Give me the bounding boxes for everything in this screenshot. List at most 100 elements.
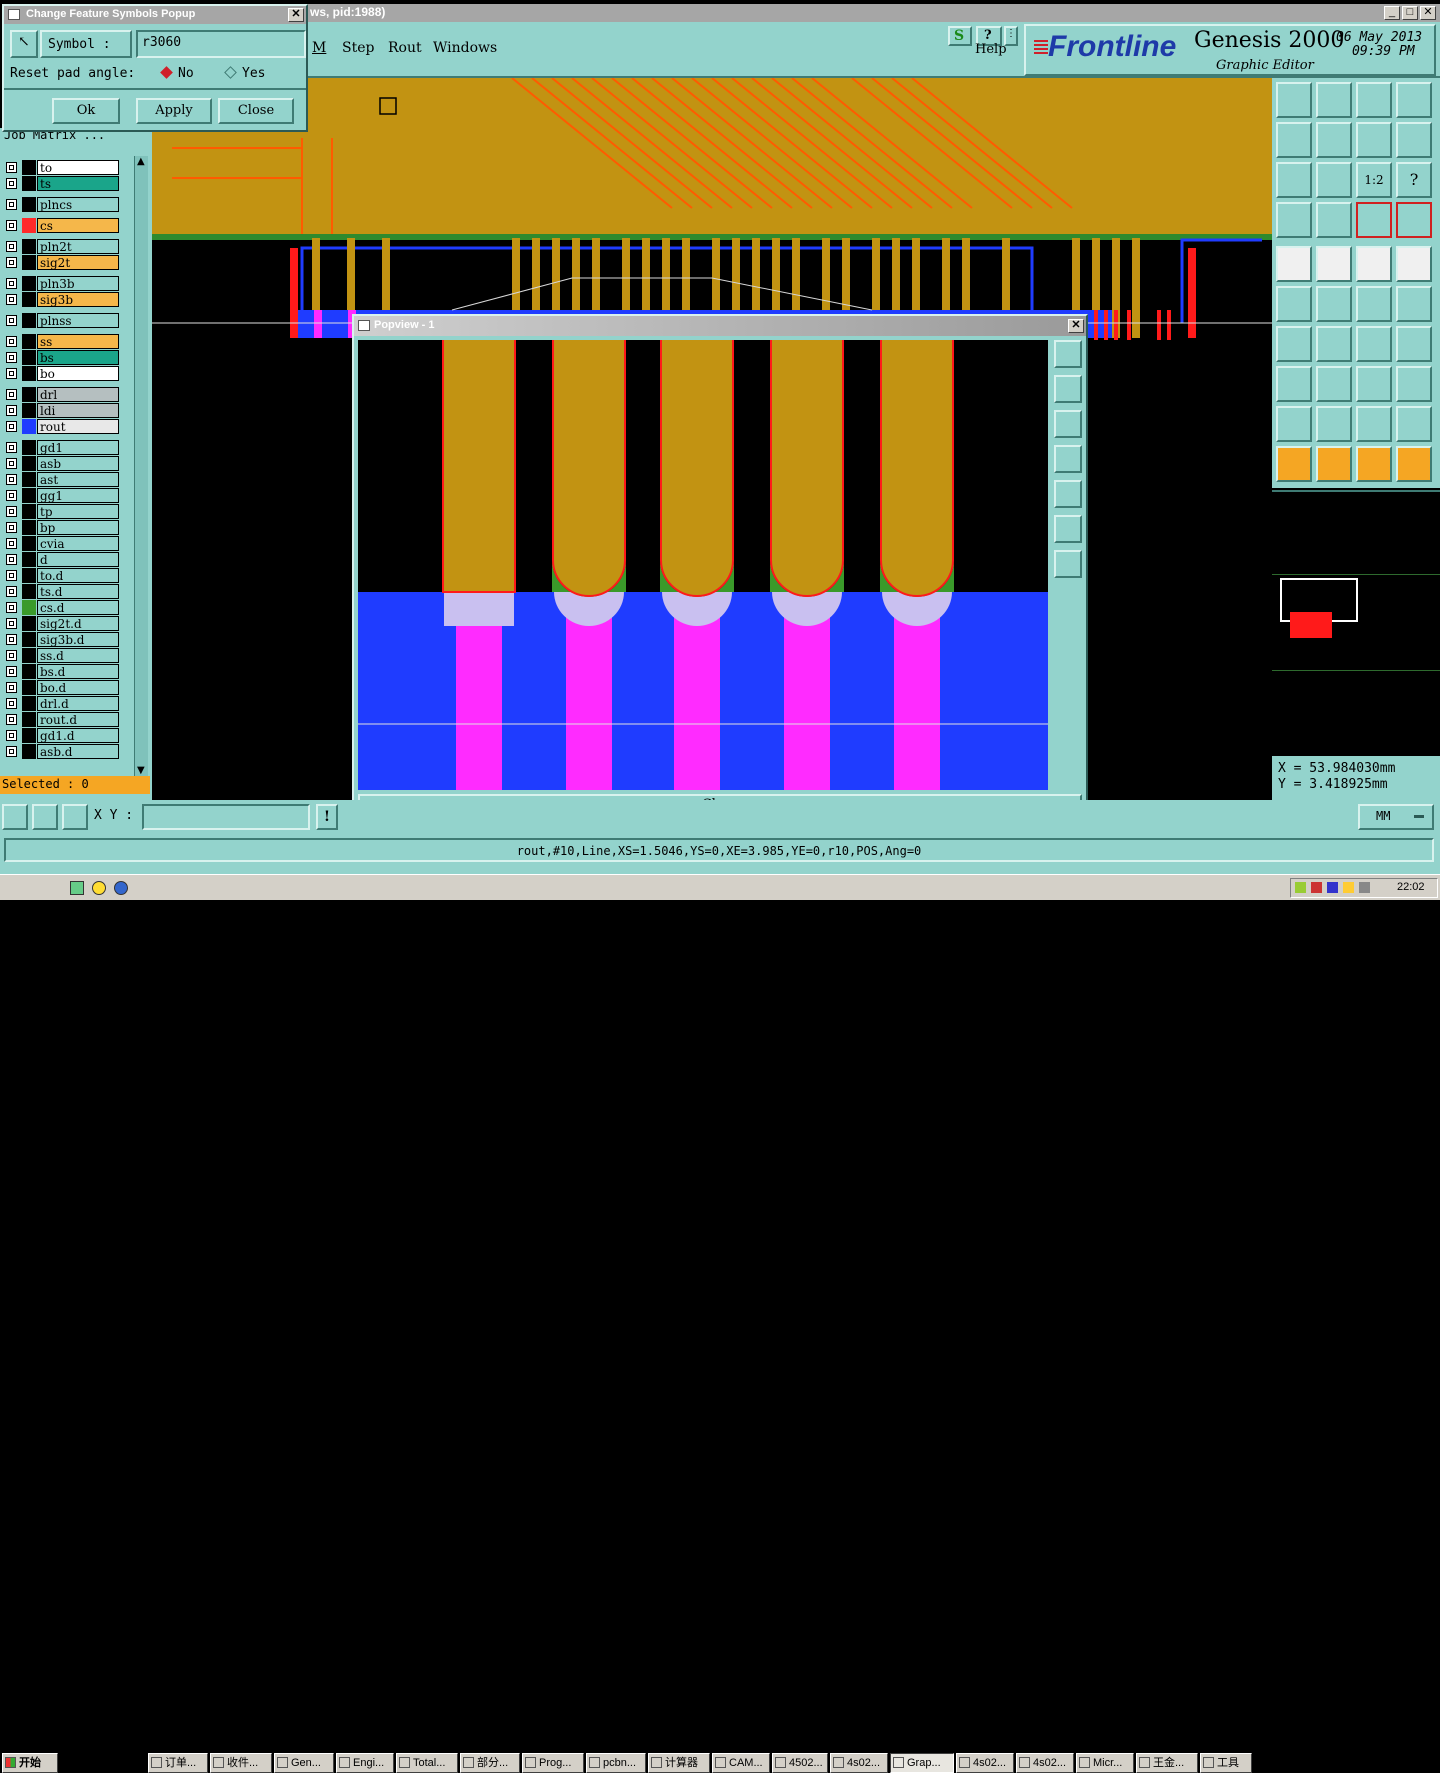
layer-checkbox[interactable] bbox=[6, 746, 17, 757]
layer-row-asb[interactable]: asb bbox=[4, 456, 120, 471]
view-tool-2-icon[interactable] bbox=[1316, 82, 1352, 118]
snap-tool-a-icon[interactable] bbox=[2, 804, 28, 830]
layer-name[interactable]: ss bbox=[37, 334, 119, 349]
layer-row-bs[interactable]: bs bbox=[4, 350, 120, 365]
node-tool-b-icon[interactable] bbox=[1396, 286, 1432, 322]
layer-checkbox[interactable] bbox=[6, 199, 17, 210]
layer-row-plnss[interactable]: plnss bbox=[4, 313, 120, 328]
layer-checkbox[interactable] bbox=[6, 389, 17, 400]
connect-tool-icon[interactable] bbox=[1276, 286, 1312, 322]
layer-checkbox[interactable] bbox=[6, 257, 17, 268]
node-tool-c-icon[interactable] bbox=[1276, 366, 1312, 402]
layer-checkbox[interactable] bbox=[6, 714, 17, 725]
layer-checkbox[interactable] bbox=[6, 405, 17, 416]
taskbar-item[interactable]: 4s02... bbox=[956, 1753, 1014, 1773]
layer-checkbox[interactable] bbox=[6, 522, 17, 533]
layer-name[interactable]: gd1 bbox=[37, 440, 119, 455]
ok-button[interactable]: Ok bbox=[52, 98, 120, 124]
taskbar-item[interactable]: 计算器 bbox=[648, 1753, 710, 1773]
layer-name[interactable]: gg1 bbox=[37, 488, 119, 503]
select-box-icon[interactable] bbox=[1316, 446, 1352, 482]
select-arrow-icon[interactable] bbox=[1276, 446, 1312, 482]
layer-name[interactable]: cs bbox=[37, 218, 119, 233]
s-icon-button[interactable]: S bbox=[948, 26, 972, 46]
layer-name[interactable]: bp bbox=[37, 520, 119, 535]
layer-row-ldi[interactable]: ldi bbox=[4, 403, 120, 418]
help-label[interactable]: Help bbox=[975, 42, 1007, 57]
taskbar-item[interactable]: 4s02... bbox=[1016, 1753, 1074, 1773]
layer-row-ss[interactable]: ss bbox=[4, 334, 120, 349]
pv-pan-left-icon[interactable] bbox=[1054, 445, 1082, 473]
layer-row-pln3b[interactable]: pln3b bbox=[4, 276, 120, 291]
layer-name[interactable]: drl.d bbox=[37, 696, 119, 711]
layer-row-bo-d[interactable]: bo.d bbox=[4, 680, 120, 695]
taskbar-item[interactable]: 订单... bbox=[148, 1753, 208, 1773]
layer-row-bp[interactable]: bp bbox=[4, 520, 120, 535]
layer-checkbox[interactable] bbox=[6, 650, 17, 661]
layer-checkbox[interactable] bbox=[6, 682, 17, 693]
view-tool-6-icon[interactable] bbox=[1316, 122, 1352, 158]
layer-tool-a-icon[interactable] bbox=[1356, 202, 1392, 238]
triangle-tool-c-icon[interactable] bbox=[1356, 406, 1392, 442]
layer-row-cs-d[interactable]: cs.d bbox=[4, 600, 120, 615]
layer-checkbox[interactable] bbox=[6, 178, 17, 189]
overview-map[interactable] bbox=[1272, 490, 1440, 756]
layer-row-to-d[interactable]: to.d bbox=[4, 568, 120, 583]
layer-row-d[interactable]: d bbox=[4, 552, 120, 567]
tray-icon-5[interactable] bbox=[1359, 882, 1370, 893]
layer-name[interactable]: ts.d bbox=[37, 584, 119, 599]
measure-tool-icon[interactable] bbox=[1276, 202, 1312, 238]
tray-icon-4[interactable] bbox=[1343, 882, 1354, 893]
layer-row-ast[interactable]: ast bbox=[4, 472, 120, 487]
layer-checkbox[interactable] bbox=[6, 666, 17, 677]
taskbar-item[interactable]: Total... bbox=[396, 1753, 458, 1773]
layer-name[interactable]: rout.d bbox=[37, 712, 119, 727]
units-dropdown[interactable]: MM bbox=[1358, 804, 1434, 830]
layer-row-sig3b[interactable]: sig3b bbox=[4, 292, 120, 307]
layer-checkbox[interactable] bbox=[6, 554, 17, 565]
layer-row-bo[interactable]: bo bbox=[4, 366, 120, 381]
layer-checkbox[interactable] bbox=[6, 162, 17, 173]
layer-checkbox[interactable] bbox=[6, 698, 17, 709]
layer-checkbox[interactable] bbox=[6, 220, 17, 231]
minus-tool-icon[interactable] bbox=[1316, 366, 1352, 402]
layer-scrollbar[interactable]: ▲ ▼ bbox=[134, 156, 148, 776]
arc-tool-icon[interactable] bbox=[1356, 326, 1392, 362]
layer-name[interactable]: plncs bbox=[37, 197, 119, 212]
layer-checkbox[interactable] bbox=[6, 368, 17, 379]
popview-close-icon[interactable]: ✕ bbox=[1068, 319, 1084, 333]
node-tool-a-icon[interactable] bbox=[1356, 286, 1392, 322]
taskbar-item[interactable]: 4s02... bbox=[830, 1753, 888, 1773]
zoom-fit-icon[interactable] bbox=[1276, 162, 1312, 198]
layer-row-tp[interactable]: tp bbox=[4, 504, 120, 519]
layer-row-ss-d[interactable]: ss.d bbox=[4, 648, 120, 663]
taskbar-item[interactable]: pcbn... bbox=[586, 1753, 646, 1773]
layer-checkbox[interactable] bbox=[6, 730, 17, 741]
triangle-tool-a-icon[interactable] bbox=[1276, 406, 1312, 442]
taskbar-item[interactable]: 工具 bbox=[1200, 1753, 1252, 1773]
menu-m[interactable]: M bbox=[312, 40, 326, 56]
layer-name[interactable]: to.d bbox=[37, 568, 119, 583]
layer-name[interactable]: pln2t bbox=[37, 239, 119, 254]
media-icon[interactable] bbox=[92, 881, 106, 895]
cross-tool-icon[interactable] bbox=[1316, 286, 1352, 322]
layer-name[interactable]: sig2t.d bbox=[37, 616, 119, 631]
layer-checkbox[interactable] bbox=[6, 538, 17, 549]
layer-checkbox[interactable] bbox=[6, 602, 17, 613]
layer-checkbox[interactable] bbox=[6, 241, 17, 252]
view-tool-7-icon[interactable] bbox=[1356, 122, 1392, 158]
layer-checkbox[interactable] bbox=[6, 634, 17, 645]
angle-tool-icon[interactable] bbox=[1276, 326, 1312, 362]
layer-row-cvia[interactable]: cvia bbox=[4, 536, 120, 551]
minimize-button[interactable]: _ bbox=[1384, 6, 1400, 20]
snap-tool-b-icon[interactable] bbox=[32, 804, 58, 830]
taskbar-item[interactable]: 4502... bbox=[772, 1753, 828, 1773]
tray-icon-3[interactable] bbox=[1327, 882, 1338, 893]
start-button[interactable]: 开始 bbox=[2, 1753, 58, 1773]
view-tool-1-icon[interactable] bbox=[1276, 82, 1312, 118]
scroll-up-icon[interactable]: ▲ bbox=[137, 156, 145, 167]
layer-row-drl-d[interactable]: drl.d bbox=[4, 696, 120, 711]
layer-row-sig3b-d[interactable]: sig3b.d bbox=[4, 632, 120, 647]
layer-name[interactable]: cs.d bbox=[37, 600, 119, 615]
symbol-label-button[interactable]: Symbol : bbox=[40, 30, 132, 58]
